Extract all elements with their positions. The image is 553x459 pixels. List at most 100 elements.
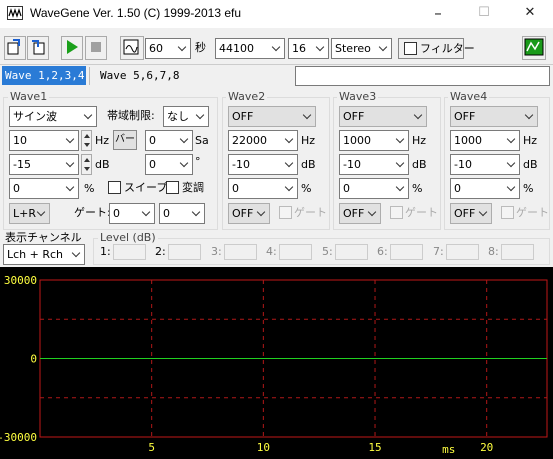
level-meter-value: [501, 244, 534, 260]
title-bar: WaveGene Ver. 1.50 (C) 1999-2013 efu – ☐…: [0, 0, 553, 28]
wave3-offset-unit: %: [412, 182, 423, 195]
oscilloscope: 5 10 15 20 30000 0 -30000 ms: [0, 267, 553, 459]
wave2-frequency-unit: Hz: [301, 134, 316, 147]
wave1-frequency-input[interactable]: 10: [9, 130, 79, 151]
wave3-level-input[interactable]: -10: [339, 154, 409, 175]
gate-label: ゲート:: [74, 206, 111, 219]
wave4-gate-label: ゲート: [516, 206, 549, 219]
wave2-waveform-select[interactable]: OFF: [228, 106, 316, 127]
wave1-offset-input[interactable]: 0: [9, 178, 79, 199]
level-meter-label: 5:: [322, 245, 333, 258]
wave1-sa-unit: Sa: [195, 134, 209, 147]
wave4-offset-input[interactable]: 0: [450, 178, 520, 199]
save-settings-button[interactable]: [27, 36, 49, 60]
scope-x-tick-label: 20: [480, 441, 493, 454]
wave4-level-input[interactable]: -10: [450, 154, 520, 175]
wave1-phase-input[interactable]: 0: [145, 154, 193, 175]
level-meter-value: [168, 244, 201, 260]
wave4-gate-checkbox[interactable]: [501, 206, 514, 219]
sweep-checkbox[interactable]: [108, 181, 121, 194]
wave1-sa-input[interactable]: 0: [145, 130, 193, 151]
wave1-frequency-unit: Hz: [95, 134, 110, 147]
minimize-button[interactable]: –: [415, 0, 461, 28]
band-limit-select[interactable]: なし: [163, 106, 209, 127]
level-meter-value: [113, 244, 146, 260]
wave1-channel-select[interactable]: L+R: [9, 203, 50, 224]
band-limit-label: 帯域制限:: [107, 109, 155, 122]
tab-wave-5-8[interactable]: Wave 5,6,7,8: [96, 66, 182, 85]
bit-depth-select[interactable]: 16: [288, 38, 329, 59]
wave3-frequency-unit: Hz: [412, 134, 427, 147]
wave1-title: Wave1: [8, 90, 50, 104]
wave2-offset-input[interactable]: 0: [228, 178, 298, 199]
play-button[interactable]: [61, 36, 83, 60]
filter-label: フィルター: [420, 42, 475, 55]
level-meter-value: [446, 244, 479, 260]
close-button[interactable]: ✕: [507, 0, 553, 28]
wave2-switch-select[interactable]: OFF: [228, 203, 270, 224]
channels-select[interactable]: Stereo: [331, 38, 392, 59]
stop-button[interactable]: [85, 36, 107, 60]
wave4-title: Wave4: [448, 90, 490, 104]
maximize-button[interactable]: ☐: [461, 0, 507, 28]
graph-view-button[interactable]: [522, 36, 546, 60]
wave4-frequency-input[interactable]: 1000: [450, 130, 520, 151]
level-meter-label: 6:: [377, 245, 388, 258]
level-meter-label: 4:: [266, 245, 277, 258]
sample-rate-select[interactable]: 44100: [215, 38, 285, 59]
wave3-gate-checkbox[interactable]: [390, 206, 403, 219]
wave3-waveform-select[interactable]: OFF: [339, 106, 427, 127]
tab-separator: [89, 67, 90, 85]
modulation-label: 変調: [182, 181, 204, 194]
level-meter-value: [390, 244, 423, 260]
sweep-label: スイープ: [124, 181, 168, 194]
filter-toggle[interactable]: フィルター: [398, 38, 475, 59]
wave4-offset-unit: %: [523, 182, 534, 195]
wave4-frequency-unit: Hz: [523, 134, 538, 147]
wave4-switch-select[interactable]: OFF: [450, 203, 492, 224]
scope-y-tick-label: 0: [30, 353, 37, 366]
window-title: WaveGene Ver. 1.50 (C) 1999-2013 efu: [30, 6, 242, 20]
play-icon: [67, 40, 78, 54]
scope-x-tick-label: 10: [257, 441, 270, 454]
level-meter-label: 1:: [100, 245, 111, 258]
wave2-level-unit: dB: [301, 158, 316, 171]
display-channel-select[interactable]: Lch + Rch: [3, 244, 85, 265]
wave-file-icon: [123, 39, 139, 55]
bar-button[interactable]: バー: [113, 130, 137, 150]
save-icon: [32, 40, 45, 55]
wave3-gate-label: ゲート: [405, 206, 438, 219]
gate-b-input[interactable]: 0: [159, 203, 205, 224]
wave3-offset-input[interactable]: 0: [339, 178, 409, 199]
duration-unit: 秒: [195, 41, 206, 54]
oscilloscope-plot: 5 10 15 20 30000 0 -30000 ms: [0, 274, 548, 456]
record-file-button[interactable]: [120, 36, 144, 60]
level-meter-value: [224, 244, 257, 260]
wave2-gate-checkbox[interactable]: [279, 206, 292, 219]
gate-a-input[interactable]: 0: [109, 203, 155, 224]
scope-y-tick-label: 30000: [4, 274, 37, 287]
wave1-phase-unit: °: [195, 155, 201, 168]
wave2-frequency-input[interactable]: 22000: [228, 130, 298, 151]
level-meter-label: 2:: [155, 245, 166, 258]
wave1-waveform-select[interactable]: サイン波: [9, 106, 97, 127]
wave2-level-input[interactable]: -10: [228, 154, 298, 175]
wave4-waveform-select[interactable]: OFF: [450, 106, 538, 127]
wave1-level-unit: dB: [95, 158, 110, 171]
tab-wave-1-4[interactable]: Wave 1,2,3,4: [2, 66, 86, 85]
modulation-checkbox[interactable]: [166, 181, 179, 194]
level-meter-value: [279, 244, 312, 260]
wave1-level-spinner[interactable]: [81, 154, 92, 175]
comment-field[interactable]: [295, 66, 550, 86]
wave3-switch-select[interactable]: OFF: [339, 203, 381, 224]
wave1-level-input[interactable]: -15: [9, 154, 79, 175]
duration-select[interactable]: 60: [145, 38, 191, 59]
wave3-title: Wave3: [337, 90, 379, 104]
scope-y-tick-label: -30000: [0, 431, 37, 444]
filter-checkbox[interactable]: [404, 42, 417, 55]
load-settings-button[interactable]: [4, 36, 26, 60]
scope-x-unit: ms: [442, 443, 455, 456]
scope-x-tick-label: 5: [148, 441, 155, 454]
wave3-frequency-input[interactable]: 1000: [339, 130, 409, 151]
wave1-frequency-spinner[interactable]: [81, 130, 92, 151]
